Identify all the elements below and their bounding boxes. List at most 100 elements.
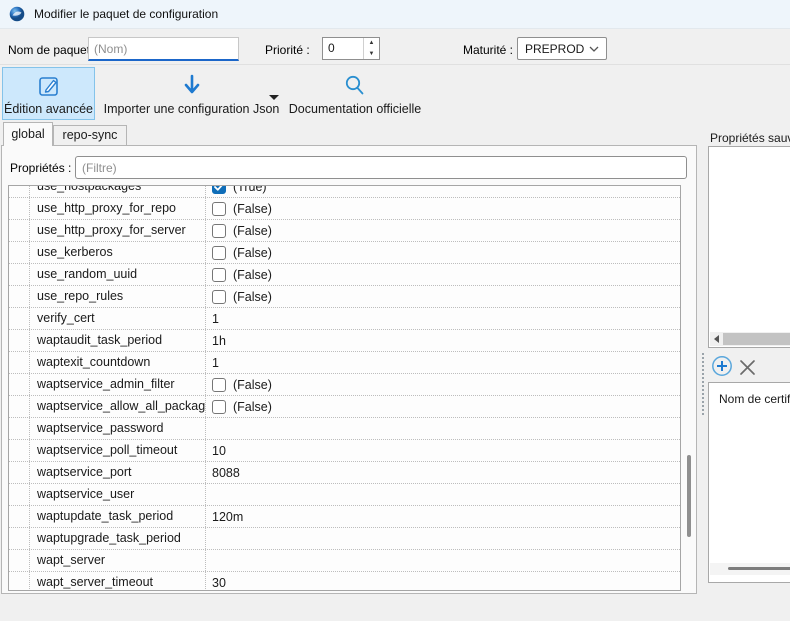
property-value-text: 10 (212, 444, 226, 458)
add-certificate-button[interactable] (711, 355, 733, 377)
scrollbar-thumb[interactable] (687, 455, 691, 537)
table-row[interactable]: use_http_proxy_for_repo(False) (9, 198, 680, 220)
priority-label: Priorité : (265, 43, 310, 57)
property-value-cell[interactable]: (True) (206, 185, 680, 197)
property-value-text: 30 (212, 576, 226, 590)
property-value-text: (False) (233, 400, 272, 414)
priority-stepper[interactable]: 0 ▲ ▼ (322, 37, 380, 60)
property-value-cell[interactable]: 1h (206, 330, 680, 351)
row-indicator-cell (9, 462, 30, 483)
table-row[interactable]: use_random_uuid(False) (9, 264, 680, 286)
saved-properties-hscrollbar[interactable] (710, 332, 790, 346)
row-indicator-cell (9, 185, 30, 197)
package-name-label: Nom de paquet : (8, 43, 97, 57)
property-grid[interactable]: use_hostpackages(True)use_http_proxy_for… (8, 185, 681, 591)
import-json-button[interactable]: Importer une configuration Json (96, 67, 287, 120)
table-row[interactable]: wapt_server (9, 550, 680, 572)
property-value-text: 1 (212, 356, 219, 370)
property-value-cell[interactable]: (False) (206, 242, 680, 263)
table-row[interactable]: waptexit_countdown 1 (9, 352, 680, 374)
property-value-cell[interactable]: (False) (206, 286, 680, 307)
property-name-cell: waptservice_port (30, 462, 206, 483)
table-row[interactable]: waptservice_password (9, 418, 680, 440)
package-name-input[interactable] (88, 37, 239, 61)
checkbox-unchecked-icon[interactable] (212, 290, 226, 304)
import-json-label: Importer une configuration Json (104, 102, 280, 116)
table-row[interactable]: wapt_server_timeout30 (9, 572, 680, 591)
import-json-dropdown-icon[interactable] (269, 95, 279, 100)
property-name-cell: wapt_server (30, 550, 206, 571)
property-name-cell: waptexit_countdown (30, 352, 206, 373)
row-indicator-cell (9, 396, 30, 417)
table-row[interactable]: use_repo_rules(False) (9, 286, 680, 308)
property-value-cell[interactable]: (False) (206, 264, 680, 285)
table-row[interactable]: use_kerberos(False) (9, 242, 680, 264)
advanced-edit-button[interactable]: Édition avancée (2, 67, 95, 120)
maturity-select[interactable]: PREPROD (517, 37, 607, 60)
table-row[interactable]: use_http_proxy_for_server(False) (9, 220, 680, 242)
spin-down-icon[interactable]: ▼ (364, 49, 379, 60)
maturity-value: PREPROD (525, 42, 584, 56)
property-value-cell[interactable]: 30 (206, 572, 680, 591)
property-value-cell[interactable]: 1 (206, 352, 680, 373)
property-value-text: 120m (212, 510, 243, 524)
certificates-grid[interactable]: Nom de certifi (708, 382, 790, 583)
table-row[interactable]: waptservice_poll_timeout10 (9, 440, 680, 462)
property-value-cell[interactable]: (False) (206, 374, 680, 395)
property-value-text: 8088 (212, 466, 240, 480)
properties-filter-input[interactable] (75, 156, 687, 179)
table-row[interactable]: waptservice_allow_all_packages (False) (9, 396, 680, 418)
property-value-cell[interactable]: (False) (206, 396, 680, 417)
property-value-text: (False) (233, 290, 272, 304)
scrollbar-thumb[interactable] (723, 333, 790, 345)
table-row[interactable]: waptservice_admin_filter(False) (9, 374, 680, 396)
spin-up-icon[interactable]: ▲ (364, 38, 379, 49)
property-value-cell[interactable]: (False) (206, 198, 680, 219)
property-grid-rows: use_hostpackages(True)use_http_proxy_for… (9, 185, 680, 591)
table-row[interactable]: waptaudit_task_period1h (9, 330, 680, 352)
scrollbar-thumb[interactable] (728, 567, 790, 570)
property-name-cell: waptaudit_task_period (30, 330, 206, 351)
table-row[interactable]: waptupgrade_task_period (9, 528, 680, 550)
property-name-cell: use_hostpackages (30, 185, 206, 197)
row-indicator-cell (9, 440, 30, 461)
checkbox-unchecked-icon[interactable] (212, 246, 226, 260)
checkbox-unchecked-icon[interactable] (212, 268, 226, 282)
priority-spin-buttons[interactable]: ▲ ▼ (363, 38, 379, 59)
property-name-cell: waptservice_allow_all_packages (30, 396, 206, 417)
property-name-cell: use_http_proxy_for_server (30, 220, 206, 241)
property-value-cell[interactable]: 10 (206, 440, 680, 461)
priority-value: 0 (323, 38, 363, 59)
table-row[interactable]: use_hostpackages(True) (9, 185, 680, 198)
tab-repo-sync[interactable]: repo-sync (53, 125, 127, 146)
property-value-cell[interactable]: (False) (206, 220, 680, 241)
row-indicator-cell (9, 506, 30, 527)
property-grid-vertical-scrollbar[interactable] (682, 186, 695, 590)
row-indicator-cell (9, 220, 30, 241)
property-value-cell[interactable]: 8088 (206, 462, 680, 483)
property-value-cell[interactable]: 120m (206, 506, 680, 527)
official-doc-button[interactable]: Documentation officielle (288, 67, 422, 120)
property-value-cell[interactable] (206, 484, 680, 505)
tab-global[interactable]: global (3, 122, 53, 146)
checkbox-checked-icon[interactable] (212, 185, 226, 194)
saved-properties-listbox[interactable] (708, 146, 790, 348)
property-value-cell[interactable] (206, 418, 680, 439)
property-value-cell[interactable] (206, 550, 680, 571)
checkbox-unchecked-icon[interactable] (212, 224, 226, 238)
pencil-icon (37, 73, 61, 99)
checkbox-unchecked-icon[interactable] (212, 202, 226, 216)
property-value-cell[interactable]: 1 (206, 308, 680, 329)
checkbox-unchecked-icon[interactable] (212, 400, 226, 414)
remove-certificate-button[interactable] (738, 358, 756, 376)
scroll-left-icon[interactable] (710, 332, 723, 346)
table-row[interactable]: verify_cert1 (9, 308, 680, 330)
table-row[interactable]: waptservice_user (9, 484, 680, 506)
property-value-cell[interactable] (206, 528, 680, 549)
table-row[interactable]: waptservice_port 8088 (9, 462, 680, 484)
certificates-hscrollbar[interactable] (710, 563, 790, 575)
table-row[interactable]: waptupdate_task_period120m (9, 506, 680, 528)
config-package-editor-window: Modifier le paquet de configuration Nom … (0, 0, 790, 621)
checkbox-unchecked-icon[interactable] (212, 378, 226, 392)
property-value-text: 1 (212, 312, 219, 326)
